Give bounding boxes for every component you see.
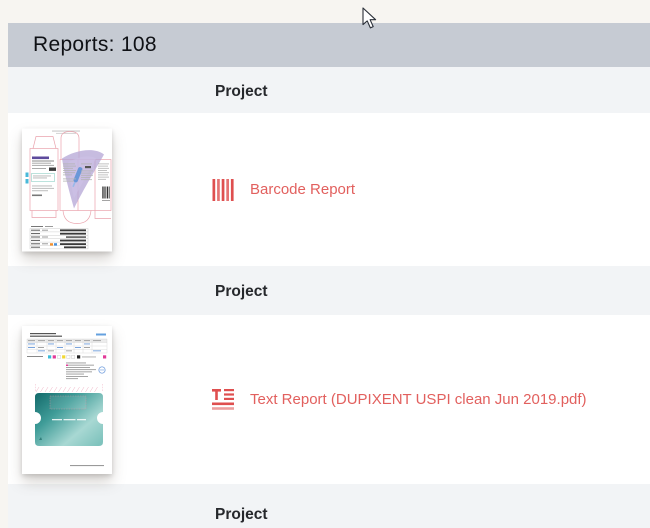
- project-column-label: Project: [215, 283, 268, 301]
- report-row-barcode: Barcode Report: [8, 113, 650, 266]
- project-column-header: Project: [8, 266, 650, 315]
- report-row-text: Text Report (DUPIXENT USPI clean Jun 201…: [8, 315, 650, 484]
- barcode-icon: [212, 179, 234, 201]
- reports-count-header: Reports: 108: [8, 23, 650, 67]
- report-link-label: Text Report (DUPIXENT USPI clean Jun 201…: [250, 391, 587, 408]
- report-link-barcode[interactable]: Barcode Report: [212, 179, 355, 201]
- project-column-header: Project: [8, 67, 650, 113]
- arrow-cursor-icon: [362, 7, 382, 30]
- report-link-text[interactable]: Text Report (DUPIXENT USPI clean Jun 201…: [212, 389, 587, 411]
- report-thumbnail-document[interactable]: [22, 326, 112, 474]
- report-thumbnail-artwork[interactable]: [22, 128, 112, 251]
- project-column-label: Project: [215, 506, 268, 524]
- project-column-label: Project: [215, 83, 268, 101]
- reports-count-label: Reports: 108: [33, 33, 157, 57]
- report-link-label: Barcode Report: [250, 181, 355, 198]
- project-column-header: Project: [8, 484, 650, 528]
- text-report-icon: [212, 389, 234, 411]
- reports-page: Reports: 108 Project: [0, 0, 650, 528]
